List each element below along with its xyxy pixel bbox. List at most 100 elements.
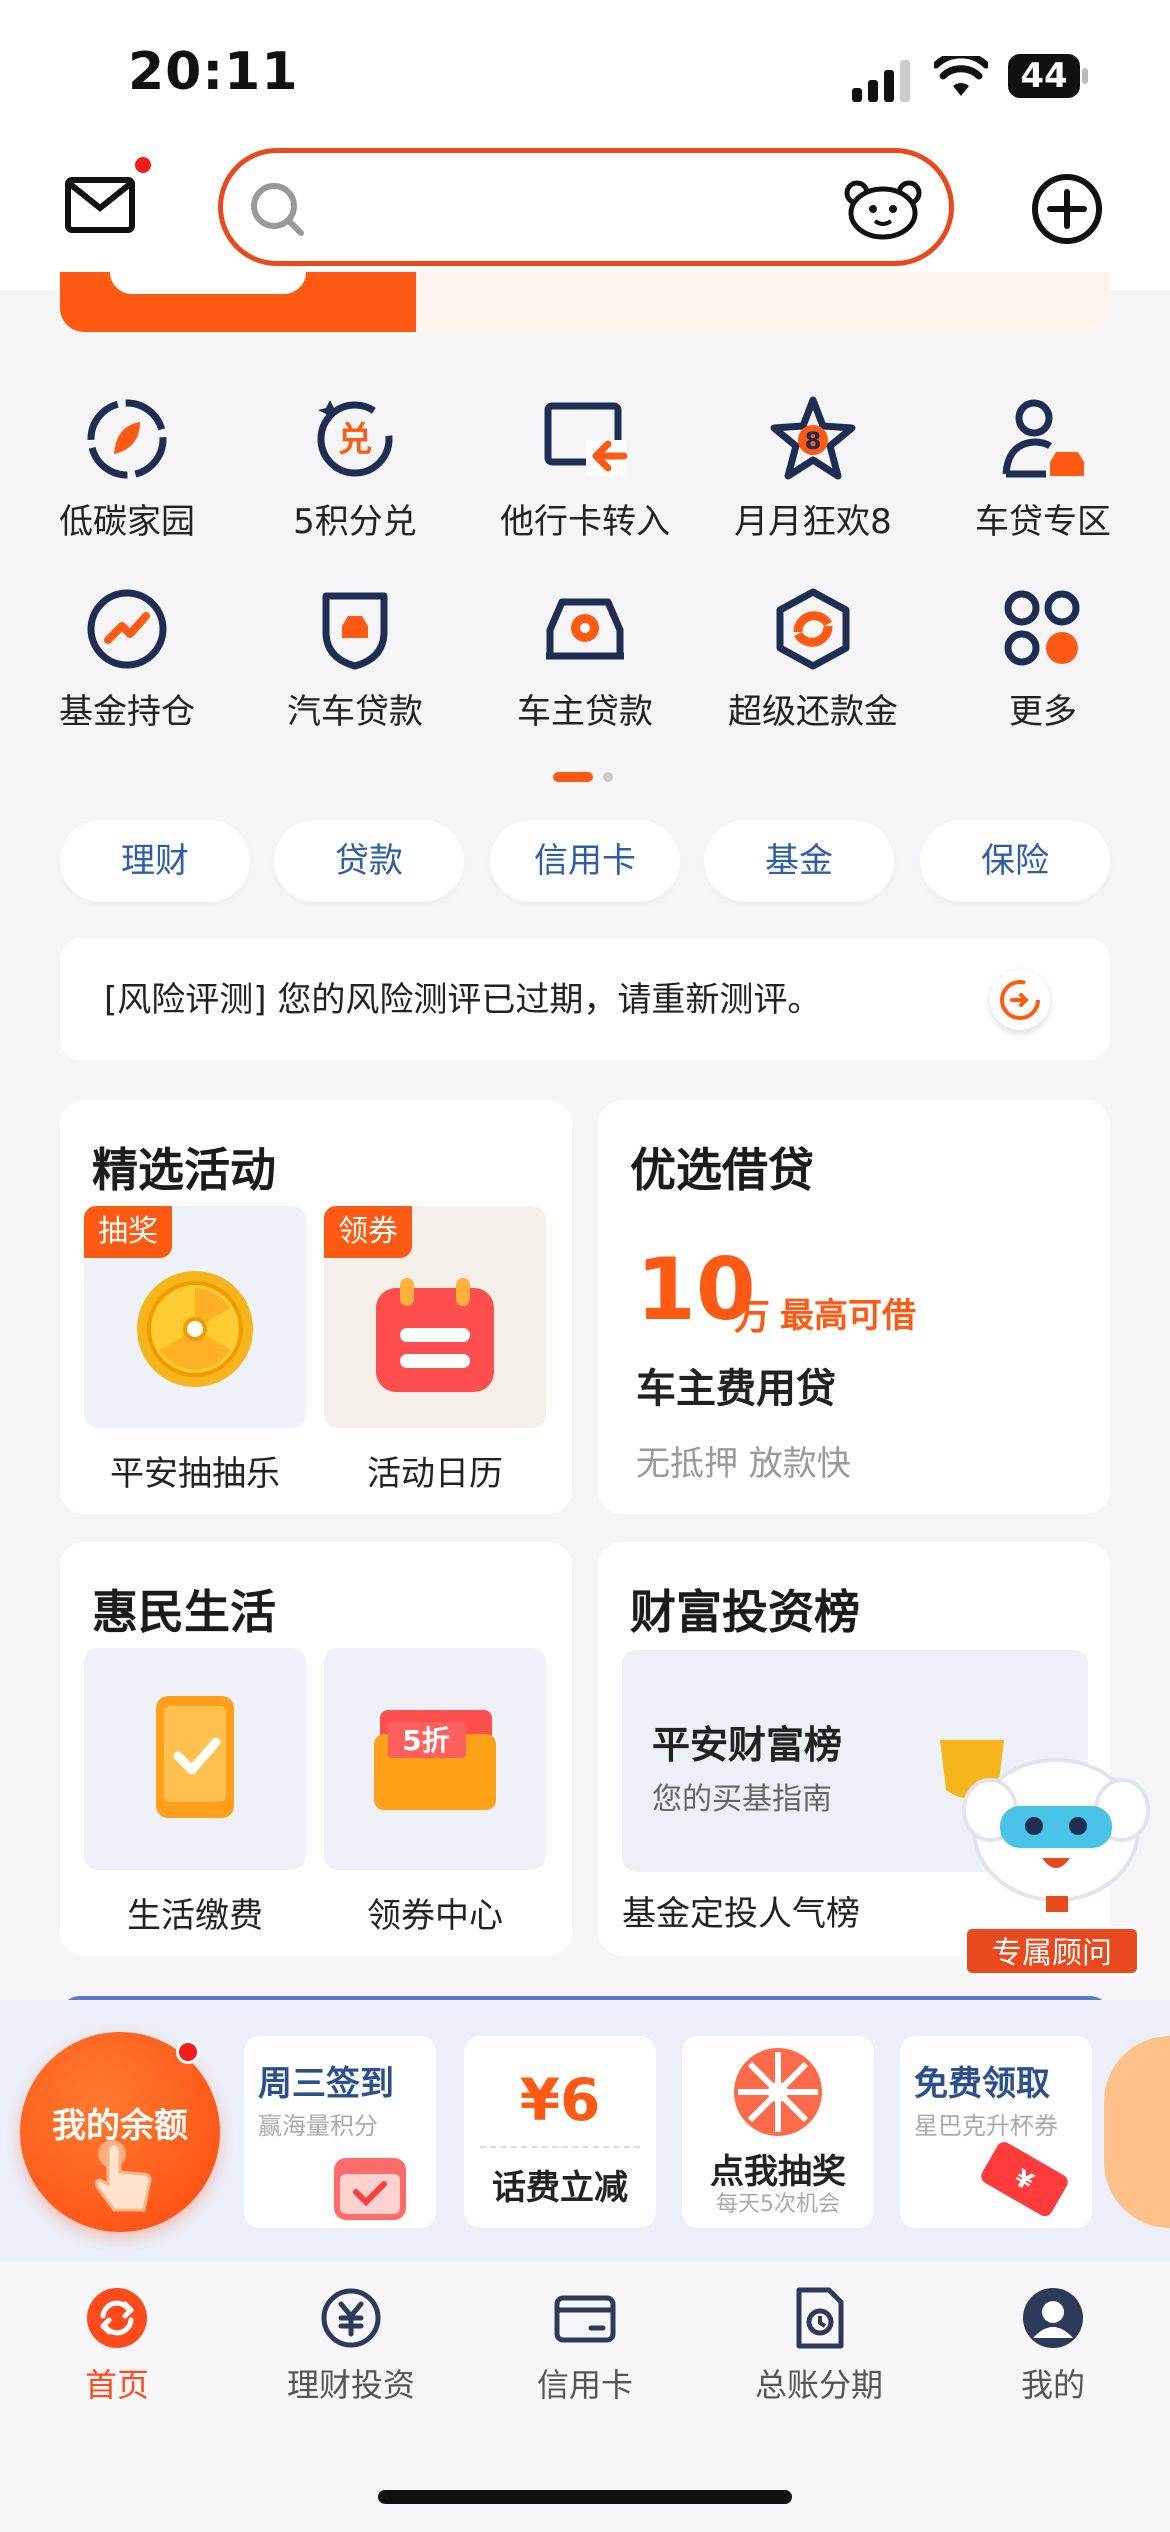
life-tile-coupon-center[interactable]: 5折 bbox=[324, 1648, 546, 1870]
status-time: 20:11 bbox=[128, 42, 299, 102]
wealth-box-subtitle: 您的买基指南 bbox=[652, 1782, 832, 1817]
risk-notice-text: [风险评测] 您的风险测评已过期，请重新测评。 bbox=[104, 980, 822, 1020]
signal-icon bbox=[852, 60, 910, 102]
banner-strip[interactable] bbox=[60, 272, 1110, 332]
more-grid-icon bbox=[1004, 590, 1080, 666]
tab-label: 信用卡 bbox=[536, 2366, 633, 2404]
svg-text:5折: 5折 bbox=[402, 1724, 449, 1757]
activity-label: 平安抽抽乐 bbox=[110, 1454, 280, 1494]
quick-item-label: 车贷专区 bbox=[975, 502, 1111, 542]
card-transfer-icon bbox=[544, 402, 628, 476]
yuan-circle-icon bbox=[321, 2288, 381, 2348]
promo-lottery-card[interactable]: 点我抽奖 每天5次机会 bbox=[682, 2036, 874, 2228]
notice-go-button[interactable] bbox=[990, 970, 1050, 1030]
pill-loans[interactable]: 贷款 bbox=[274, 820, 464, 902]
calendar-icon bbox=[376, 1278, 494, 1392]
calendar-check-icon bbox=[334, 2158, 406, 2220]
tab-home[interactable]: 首页 bbox=[0, 2286, 234, 2406]
life-label: 领券中心 bbox=[367, 1896, 503, 1936]
svg-text:兑: 兑 bbox=[338, 420, 372, 460]
banner-tab-notch bbox=[110, 272, 306, 294]
pill-credit-card[interactable]: 信用卡 bbox=[490, 820, 680, 902]
quick-item-monthly-carnival[interactable]: 8 月月狂欢8 bbox=[698, 396, 928, 566]
balance-badge-dot bbox=[176, 2040, 200, 2064]
activities-card: 精选活动 抽奖 平安抽抽乐 领券 活动日历 bbox=[60, 1100, 572, 1514]
quick-item-label: 汽车贷款 bbox=[287, 692, 423, 732]
add-button[interactable] bbox=[1030, 172, 1104, 250]
quick-item-label: 更多 bbox=[1009, 692, 1077, 732]
tap-hand-icon bbox=[94, 2140, 152, 2212]
loan-card[interactable]: 优选借贷 10 万 最高可借 车主费用贷 无抵押 放款快 bbox=[598, 1100, 1110, 1514]
wealth-box-title: 平安财富榜 bbox=[652, 1723, 843, 1767]
user-avatar-icon bbox=[1023, 2288, 1083, 2348]
quick-item-label: 他行卡转入 bbox=[500, 502, 670, 542]
promo-title: 周三签到 bbox=[258, 2064, 394, 2104]
status-bar: 20:11 44 bbox=[0, 0, 1170, 140]
tab-wealth-invest[interactable]: 理财投资 bbox=[234, 2286, 468, 2406]
risk-notice[interactable]: [风险评测] 您的风险测评已过期，请重新测评。 bbox=[60, 938, 1110, 1060]
home-indicator bbox=[378, 2490, 792, 2504]
arrow-circle-icon bbox=[1000, 980, 1040, 1020]
home-refresh-icon bbox=[87, 2288, 147, 2348]
pager-dot bbox=[603, 772, 613, 782]
pill-wealth[interactable]: 理财 bbox=[60, 820, 250, 902]
points-exchange-icon: 兑 bbox=[317, 400, 393, 477]
assistant-bear-icon[interactable] bbox=[843, 175, 923, 241]
quick-item-card-transfer[interactable]: 他行卡转入 bbox=[470, 396, 700, 566]
quick-item-super-repay[interactable]: 超级还款金 bbox=[698, 586, 928, 756]
lottery-wheel-icon bbox=[734, 2048, 822, 2136]
promo-signin-card[interactable]: 周三签到 赢海量积分 bbox=[244, 2036, 436, 2228]
search-bar[interactable] bbox=[218, 148, 954, 266]
activity-tag: 领券 bbox=[324, 1206, 412, 1258]
advisor-mascot-icon[interactable] bbox=[934, 1720, 1154, 1930]
life-tile-bill-pay[interactable] bbox=[84, 1648, 306, 1870]
quick-item-label: 超级还款金 bbox=[728, 692, 898, 732]
pill-fund[interactable]: 基金 bbox=[704, 820, 894, 902]
pill-insurance[interactable]: 保险 bbox=[920, 820, 1110, 902]
star-8-icon: 8 bbox=[770, 396, 856, 480]
tab-me[interactable]: 我的 bbox=[936, 2286, 1170, 2406]
ticket-icon: ¥ bbox=[981, 2142, 1068, 2217]
battery-cap bbox=[1082, 68, 1088, 84]
loan-product-name: 车主费用贷 bbox=[636, 1366, 836, 1412]
loan-max-note: 最高可借 bbox=[780, 1296, 916, 1336]
hexagon-repay-icon bbox=[776, 588, 850, 670]
quick-item-car-loan-zone[interactable]: 车贷专区 bbox=[928, 396, 1158, 566]
advisor-label[interactable]: 专属顾问 bbox=[964, 1926, 1140, 1976]
quick-item-label: 月月狂欢8 bbox=[734, 502, 892, 542]
activity-tile-calendar[interactable]: 领券 bbox=[324, 1206, 546, 1428]
tab-label: 理财投资 bbox=[286, 2366, 415, 2404]
life-label: 生活缴费 bbox=[127, 1896, 263, 1936]
quick-item-points-exchange[interactable]: 兑 5积分兑 bbox=[240, 396, 470, 566]
phone-check-icon bbox=[156, 1696, 234, 1818]
activity-tile-lottery[interactable]: 抽奖 bbox=[84, 1206, 306, 1428]
quick-item-low-carbon[interactable]: 低碳家园 bbox=[12, 396, 242, 566]
promo-title: 话费立减 bbox=[492, 2168, 628, 2208]
activity-label: 活动日历 bbox=[367, 1454, 503, 1494]
search-input[interactable] bbox=[319, 175, 819, 239]
quick-item-more[interactable]: 更多 bbox=[928, 586, 1158, 756]
quick-item-label: 基金持仓 bbox=[59, 692, 195, 732]
car-shield-icon bbox=[322, 592, 388, 670]
activities-title: 精选活动 bbox=[92, 1143, 276, 1197]
promo-subtitle: 每天5次机会 bbox=[716, 2192, 840, 2217]
mail-badge-dot bbox=[132, 154, 154, 176]
tab-credit-card[interactable]: 信用卡 bbox=[468, 2286, 702, 2406]
pager-dot-active bbox=[553, 772, 593, 782]
quick-item-auto-loan[interactable]: 汽车贷款 bbox=[240, 586, 470, 756]
promo-phone-bill-card[interactable]: ¥6 话费立减 bbox=[464, 2036, 656, 2228]
svg-text:8: 8 bbox=[805, 427, 822, 455]
fund-chart-icon bbox=[87, 589, 167, 669]
tab-label: 我的 bbox=[1020, 2366, 1085, 2404]
car-loan-user-icon bbox=[1002, 399, 1084, 478]
quick-item-label: 车主贷款 bbox=[517, 692, 653, 732]
life-title: 惠民生活 bbox=[92, 1585, 276, 1639]
mail-button[interactable] bbox=[64, 176, 138, 234]
promo-free-coupon-card[interactable]: 免费领取 星巴克升杯券 ¥ bbox=[900, 2036, 1092, 2228]
wifi-icon bbox=[934, 56, 988, 96]
promo-subtitle: 星巴克升杯券 bbox=[914, 2112, 1058, 2140]
quick-item-fund-holdings[interactable]: 基金持仓 bbox=[12, 586, 242, 756]
tab-bill-installment[interactable]: 总账分期 bbox=[702, 2286, 936, 2406]
quick-item-owner-loan[interactable]: 车主贷款 bbox=[470, 586, 700, 756]
quick-item-label: 5积分兑 bbox=[293, 502, 417, 542]
